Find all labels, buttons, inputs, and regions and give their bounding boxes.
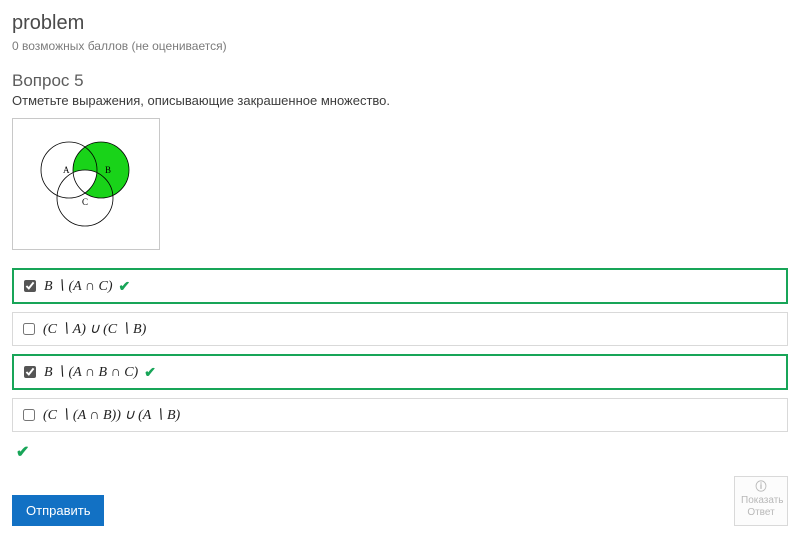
show-answer-line2: Ответ	[747, 507, 774, 518]
question-prompt: Отметьте выражения, описывающие закрашен…	[12, 93, 788, 108]
choice-row[interactable]: (C ∖ A) ∪ (C ∖ B)	[12, 312, 788, 346]
venn-label-a: A	[63, 165, 70, 175]
choice-label: B ∖ (A ∩ B ∩ C)	[44, 364, 138, 381]
choice-label: (C ∖ (A ∩ B)) ∪ (A ∖ B)	[43, 407, 180, 424]
choice-label: (C ∖ A) ∪ (C ∖ B)	[43, 321, 146, 338]
choice-checkbox[interactable]	[24, 280, 36, 292]
venn-figure: A B C	[12, 118, 160, 250]
submit-button[interactable]: Отправить	[12, 495, 104, 526]
venn-svg: A B C	[21, 125, 151, 243]
check-icon: ✔	[119, 278, 131, 295]
venn-label-b: B	[105, 165, 111, 175]
choice-row[interactable]: (C ∖ (A ∩ B)) ∪ (A ∖ B)	[12, 398, 788, 432]
venn-label-c: C	[82, 197, 88, 207]
overall-correct-icon: ✔	[16, 442, 788, 462]
show-answer-button[interactable]: ⓘ Показать Ответ	[734, 476, 788, 526]
choice-label: B ∖ (A ∩ C)	[44, 278, 113, 295]
points-subtitle: 0 возможных баллов (не оценивается)	[12, 39, 788, 53]
choice-checkbox[interactable]	[24, 366, 36, 378]
choice-row[interactable]: B ∖ (A ∩ C) ✔	[12, 268, 788, 304]
check-icon: ✔	[144, 364, 156, 381]
choice-checkbox[interactable]	[23, 409, 35, 421]
question-heading: Вопрос 5	[12, 71, 788, 91]
choice-row[interactable]: B ∖ (A ∩ B ∩ C) ✔	[12, 354, 788, 390]
choice-checkbox[interactable]	[23, 323, 35, 335]
choice-list: B ∖ (A ∩ C) ✔ (C ∖ A) ∪ (C ∖ B) B ∖ (A ∩ B …	[12, 268, 788, 432]
info-icon: ⓘ	[741, 481, 781, 494]
page-title: problem	[12, 12, 788, 35]
